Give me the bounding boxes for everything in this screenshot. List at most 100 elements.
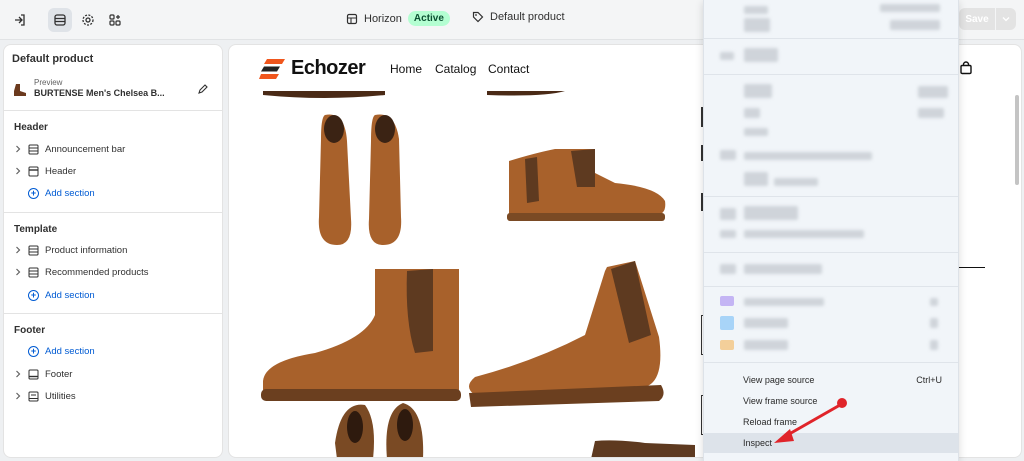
blurred-menu-item xyxy=(744,318,788,328)
blurred-menu-item xyxy=(744,84,772,98)
chevron-right-icon[interactable] xyxy=(14,268,22,276)
section-item-header[interactable]: Header xyxy=(14,162,76,180)
group-title-footer: Footer xyxy=(14,325,46,336)
footer-block-icon xyxy=(28,369,39,379)
extension-icon xyxy=(720,316,734,330)
menu-separator xyxy=(704,196,958,197)
nav-link-home[interactable]: Home xyxy=(390,62,422,76)
blurred-menu-item xyxy=(720,230,736,238)
boot-side-bottom-crop xyxy=(591,440,695,457)
sections-icon[interactable] xyxy=(48,8,72,32)
browser-context-menu: View page source Ctrl+U View frame sourc… xyxy=(703,0,959,461)
store-logo[interactable]: Echozer xyxy=(259,57,366,80)
add-section-label: Add section xyxy=(45,187,95,199)
group-title-template: Template xyxy=(14,224,58,235)
save-button[interactable]: Save xyxy=(959,8,995,30)
section-label: Header xyxy=(45,165,77,177)
product-thumbnail xyxy=(14,84,26,96)
blurred-menu-item xyxy=(930,298,938,306)
preview-scrollbar[interactable] xyxy=(1015,95,1019,185)
section-item-recommended-products[interactable]: Recommended products xyxy=(14,263,149,281)
exit-icon[interactable] xyxy=(8,8,32,32)
menu-item-view-page-source[interactable]: View page source Ctrl+U xyxy=(704,370,958,390)
template-selector[interactable]: Default product xyxy=(472,11,565,23)
boot-side-view-angled xyxy=(469,261,664,407)
plus-circle-icon: + xyxy=(28,345,39,357)
menu-separator xyxy=(704,74,958,75)
divider xyxy=(4,313,222,314)
add-section-button[interactable]: + Add section xyxy=(28,184,95,202)
template-name: Default product xyxy=(490,11,565,23)
menu-separator xyxy=(704,362,958,363)
blurred-menu-item xyxy=(930,318,938,328)
blurred-menu-item xyxy=(720,264,736,274)
blurred-menu-item xyxy=(744,128,768,136)
menu-item-label: Inspect xyxy=(743,438,773,448)
chevron-right-icon[interactable] xyxy=(14,392,22,400)
theme-name: Horizon xyxy=(364,12,402,25)
nav-link-contact[interactable]: Contact xyxy=(488,62,529,76)
blurred-menu-item xyxy=(744,230,864,238)
blurred-menu-item xyxy=(930,340,938,350)
theme-icon xyxy=(346,13,358,24)
blurred-menu-item xyxy=(720,150,736,160)
store-logo-text: Echozer xyxy=(291,57,366,79)
add-section-button[interactable]: + Add section xyxy=(28,286,95,304)
blurred-menu-item xyxy=(744,172,768,186)
product-image-gallery[interactable] xyxy=(255,91,695,458)
boot-side-view-large xyxy=(261,269,461,401)
apps-icon[interactable] xyxy=(103,8,127,32)
section-item-announcement-bar[interactable]: Announcement bar xyxy=(14,140,125,158)
chevron-right-icon[interactable] xyxy=(14,370,22,378)
cart-bag-icon[interactable] xyxy=(959,61,973,75)
blurred-menu-item xyxy=(744,206,798,220)
tag-icon xyxy=(472,11,484,23)
section-item-footer[interactable]: Footer xyxy=(14,365,72,383)
nav-link-catalog[interactable]: Catalog xyxy=(435,62,476,76)
menu-separator xyxy=(704,38,958,39)
blurred-menu-item xyxy=(774,178,818,186)
theme-selector[interactable]: Horizon Active xyxy=(346,11,450,26)
section-block-icon xyxy=(28,144,39,154)
section-item-product-information[interactable]: Product information xyxy=(14,241,127,259)
section-item-utilities[interactable]: Utilities xyxy=(14,387,76,405)
chevron-right-icon[interactable] xyxy=(14,167,22,175)
utilities-block-icon xyxy=(28,391,39,401)
header-block-icon xyxy=(28,166,39,176)
group-title-header: Header xyxy=(14,122,48,133)
echozer-logo-icon xyxy=(259,58,285,79)
blurred-menu-item xyxy=(744,6,768,14)
menu-item-label: View page source xyxy=(743,375,815,385)
settings-gear-icon[interactable] xyxy=(76,8,100,32)
blurred-menu-item xyxy=(744,340,788,350)
add-section-button[interactable]: + Add section xyxy=(28,342,95,360)
blurred-menu-item xyxy=(744,18,770,32)
plus-circle-icon: + xyxy=(28,289,39,301)
add-section-label: Add section xyxy=(45,345,95,357)
boot-pair-bottom-crop xyxy=(335,403,424,457)
save-options-button[interactable] xyxy=(996,8,1016,30)
boot-pair-top-view xyxy=(318,114,402,245)
status-badge: Active xyxy=(407,11,450,26)
blurred-menu-item xyxy=(744,264,822,274)
blurred-menu-item xyxy=(720,52,734,60)
section-label: Product information xyxy=(45,244,128,256)
section-label: Announcement bar xyxy=(45,143,126,155)
blurred-menu-item xyxy=(744,152,872,160)
blurred-menu-item xyxy=(720,208,736,220)
chevron-right-icon[interactable] xyxy=(14,246,22,254)
add-section-label: Add section xyxy=(45,289,95,301)
edit-pencil-icon[interactable] xyxy=(197,83,209,95)
section-block-icon xyxy=(28,245,39,255)
boot-side-view-small xyxy=(507,149,666,221)
section-label: Utilities xyxy=(45,390,76,402)
preview-product-name[interactable]: BURTENSE Men's Chelsea B... xyxy=(34,88,165,98)
chevron-right-icon[interactable] xyxy=(14,145,22,153)
blurred-menu-item xyxy=(744,48,778,62)
menu-separator xyxy=(704,252,958,253)
blurred-menu-item xyxy=(744,108,760,118)
blurred-menu-item xyxy=(890,20,940,30)
section-block-icon xyxy=(28,267,39,277)
divider xyxy=(4,110,222,111)
chevron-down-icon xyxy=(1002,17,1010,22)
